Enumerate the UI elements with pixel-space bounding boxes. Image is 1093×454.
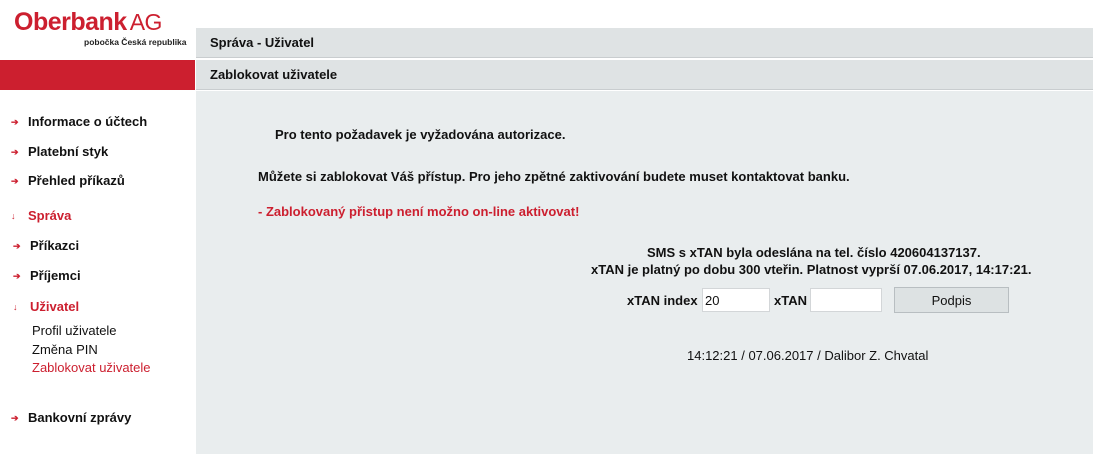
- arrow-right-icon: ➔: [11, 117, 19, 127]
- arrow-right-icon: ➔: [13, 241, 21, 251]
- main-content: Pro tento požadavek je vyžadována autori…: [196, 91, 1093, 454]
- block-info-text: Můžete si zablokovat Váš přístup. Pro je…: [258, 169, 850, 184]
- oberbank-logo: Oberbank AG pobočka Česká republika: [14, 8, 194, 48]
- breadcrumb: Správa - Uživatel: [196, 28, 1093, 58]
- sidebar-subitem-zmena-pin[interactable]: Změna PIN: [32, 341, 98, 358]
- auth-notice: Pro tento požadavek je vyžadována autori…: [275, 127, 566, 142]
- sidebar-item-label: Informace o účtech: [28, 114, 148, 129]
- arrow-right-icon: ➔: [11, 147, 19, 157]
- arrow-down-icon: ↓: [13, 302, 18, 312]
- logo-subtitle: pobočka Česká republika: [84, 37, 187, 47]
- sidebar-item-label: Příkazci: [30, 238, 80, 253]
- xtan-input[interactable]: [810, 288, 882, 312]
- sidebar-item-label: Uživatel: [30, 299, 80, 314]
- sidebar: ➔ Informace o účtech ➔ Platební styk ➔ P…: [0, 90, 195, 454]
- sidebar-item-label: Správa: [28, 208, 72, 223]
- arrow-right-icon: ➔: [11, 176, 19, 186]
- sign-button[interactable]: Podpis: [894, 287, 1009, 313]
- sidebar-item-label: Platební styk: [28, 144, 109, 159]
- xtan-index-label: xTAN index: [627, 293, 698, 308]
- xtan-validity-line: xTAN je platný po dobu 300 vteřin. Platn…: [591, 262, 1032, 277]
- xtan-label: xTAN: [774, 293, 807, 308]
- warning-text: - Zablokovaný přistup není možno on-line…: [258, 204, 580, 219]
- arrow-down-icon: ↓: [11, 211, 16, 221]
- brand-red-band: [0, 60, 195, 90]
- sidebar-item-label: Bankovní zprávy: [28, 410, 132, 425]
- page-title: Zablokovat uživatele: [196, 60, 1093, 90]
- xtan-index-field[interactable]: [702, 288, 770, 312]
- sidebar-subitem-zablokovat-uzivatele[interactable]: Zablokovat uživatele: [32, 359, 151, 376]
- sidebar-subitem-profil-uzivatele[interactable]: Profil uživatele: [32, 322, 117, 339]
- sms-info-line: SMS s xTAN byla odeslána na tel. číslo 4…: [647, 245, 981, 260]
- arrow-right-icon: ➔: [13, 271, 21, 281]
- sidebar-item-label: Přehled příkazů: [28, 173, 125, 188]
- logo-wordmark: Oberbank AG: [14, 8, 162, 36]
- arrow-right-icon: ➔: [11, 413, 19, 423]
- sidebar-item-label: Příjemci: [30, 268, 81, 283]
- session-info: 14:12:21 / 07.06.2017 / Dalibor Z. Chvat…: [687, 348, 929, 363]
